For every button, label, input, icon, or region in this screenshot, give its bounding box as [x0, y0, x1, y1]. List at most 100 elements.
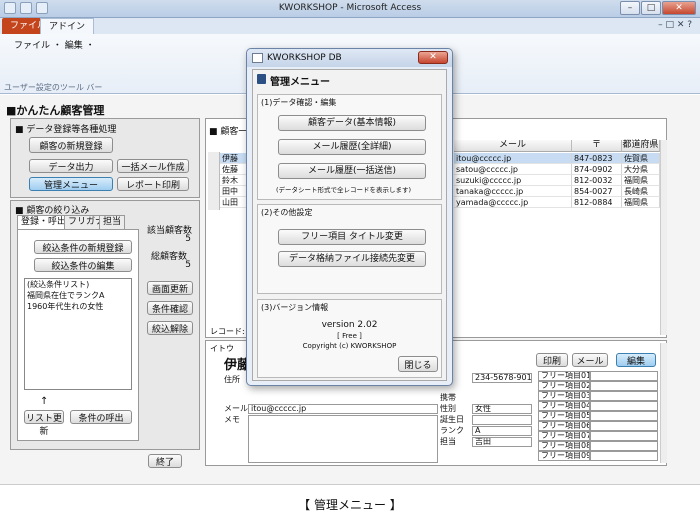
table-cell-email[interactable]: itou@ccccc.jp [454, 153, 572, 164]
free-item-title-button[interactable]: フリー項目 タイトル変更 [278, 229, 426, 245]
recall-filter-button[interactable]: 条件の呼出 [70, 410, 132, 424]
tab-addin[interactable]: アドイン [40, 18, 95, 34]
data-file-connection-button[interactable]: データ格納ファイル接続先変更 [278, 251, 426, 267]
free-item-field[interactable] [590, 371, 658, 381]
ribbon-group-label: ユーザー設定のツール バー [4, 83, 103, 92]
print-button[interactable]: 印刷 [536, 353, 568, 367]
table-cell-pref[interactable]: 佐賀県 [622, 153, 660, 164]
ribbon-tabs: ファイル アドイン – □ ✕ ? [0, 18, 700, 34]
mail-history-detail-button[interactable]: メール履歴(全詳細) [278, 139, 426, 155]
table-cell-zip[interactable]: 812-0884 [572, 197, 622, 208]
free-item-field[interactable] [590, 431, 658, 441]
new-customer-button[interactable]: 顧客の新規登録 [29, 137, 113, 153]
table-cell-pref[interactable]: 福岡県 [622, 175, 660, 186]
copyright-text: Copyright (c) KWORKSHOP [302, 342, 397, 350]
ribbon-menu[interactable]: ファイル ・ 編集 ・ [14, 38, 95, 51]
list-item[interactable]: 福岡県在住でランクA [25, 290, 131, 301]
free-item-label: フリー項目09 [538, 451, 590, 461]
close-icon[interactable]: ✕ [418, 51, 448, 64]
free-item-label: フリー項目08 [538, 441, 590, 451]
edit-button[interactable]: 編集 [616, 353, 656, 367]
birthday-label: 誕生日 [440, 415, 464, 424]
filter-tab-control: 登録・呼出 フリガナ 担当 絞込条件の新規登録 絞込条件の編集 (絞込条件リスト… [17, 215, 139, 441]
table-cell-zip[interactable]: 854-0027 [572, 186, 622, 197]
free-item-field[interactable] [590, 421, 658, 431]
memo-field[interactable] [248, 415, 438, 463]
email-label: メール [224, 404, 248, 413]
table-cell-email[interactable]: yamada@ccccc.jp [454, 197, 572, 208]
edit-filter-button[interactable]: 絞込条件の編集 [34, 258, 132, 272]
license-text: [ Free ] [337, 332, 362, 340]
customer-data-button[interactable]: 顧客データ(基本情報) [278, 115, 426, 131]
table-cell-pref[interactable]: 福岡県 [622, 197, 660, 208]
column-header-email[interactable]: メール [454, 140, 572, 152]
admin-menu-dialog: KWORKSHOP DB ✕ 管理メニュー (1)データ確認・編集 顧客データ(… [246, 48, 453, 386]
table-cell-pref[interactable]: 長崎県 [622, 186, 660, 197]
free-item-field[interactable] [590, 451, 658, 461]
free-item-field[interactable] [590, 391, 658, 401]
section-data-edit-title: (1)データ確認・編集 [261, 98, 337, 107]
menu-icon [257, 74, 266, 84]
free-item-field[interactable] [590, 411, 658, 421]
screen-refresh-button[interactable]: 画面更新 [147, 281, 193, 295]
table-cell-zip[interactable]: 812-0032 [572, 175, 622, 186]
dialog-title-bar: KWORKSHOP DB ✕ [247, 49, 452, 67]
mail-button[interactable]: メール [572, 353, 608, 367]
free-item-label: フリー項目02 [538, 381, 590, 391]
table-cell-email[interactable]: satou@ccccc.jp [454, 164, 572, 175]
detail-scrollbar[interactable] [660, 343, 667, 463]
title-bar: KWORKSHOP - Microsoft Access – □ ✕ [0, 0, 700, 18]
section-version-title: (3)バージョン情報 [261, 303, 329, 312]
tab-register-recall[interactable]: 登録・呼出 [17, 215, 71, 229]
birthday-field[interactable] [472, 415, 532, 425]
table-cell-zip[interactable]: 847-0823 [572, 153, 622, 164]
close-icon[interactable]: ✕ [662, 1, 696, 15]
free-item-label: フリー項目06 [538, 421, 590, 431]
register-panel: ■ データ登録等各種処理 顧客の新規登録 データ出力 一括メール作成 管理メニュ… [10, 118, 200, 198]
ribbon-window-controls-icon[interactable]: – □ ✕ ? [658, 20, 692, 30]
tab-staff[interactable]: 担当 [99, 215, 126, 229]
grid-title: ■ 顧客一 [209, 127, 248, 137]
table-cell-zip[interactable]: 874-0902 [572, 164, 622, 175]
mobile-label: 携帯 [440, 393, 456, 402]
admin-menu-button[interactable]: 管理メニュー [29, 177, 113, 191]
mail-history-bulk-button[interactable]: メール履歴(一括送信) [278, 163, 426, 179]
report-print-button[interactable]: レポート印刷 [117, 177, 189, 191]
gender-label: 性別 [440, 404, 456, 413]
window-title: KWORKSHOP - Microsoft Access [278, 3, 422, 13]
end-button[interactable]: 終了 [148, 454, 182, 468]
bulk-mail-button[interactable]: 一括メール作成 [117, 159, 189, 173]
list-item[interactable]: 1960年代生れの女性 [25, 301, 131, 312]
filter-list[interactable]: (絞込条件リスト) 福岡県在住でランクA 1960年代生れの女性 [24, 278, 132, 390]
clear-filter-button[interactable]: 絞込解除 [147, 321, 193, 335]
table-cell-email[interactable]: tanaka@ccccc.jp [454, 186, 572, 197]
staff-label: 担当 [440, 437, 456, 446]
free-item-field[interactable] [590, 381, 658, 391]
rank-field[interactable]: A [472, 426, 532, 436]
data-export-button[interactable]: データ出力 [29, 159, 113, 173]
dialog-body: 管理メニュー (1)データ確認・編集 顧客データ(基本情報) メール履歴(全詳細… [252, 69, 447, 381]
close-button[interactable]: 閉じる [398, 356, 438, 372]
memo-label: メモ [224, 415, 240, 424]
free-item-field[interactable] [590, 441, 658, 451]
new-filter-button[interactable]: 絞込条件の新規登録 [34, 240, 132, 254]
dialog-title: KWORKSHOP DB [267, 53, 342, 63]
maximize-icon[interactable]: □ [641, 1, 661, 15]
email-field[interactable]: itou@ccccc.jp [248, 404, 438, 414]
column-header-prefecture[interactable]: 都道府県 [622, 140, 660, 152]
section-version: (3)バージョン情報 version 2.02 [ Free ] Copyrig… [257, 299, 442, 378]
form-title: ■かんたん顧客管理 [6, 104, 105, 117]
filter-panel: ■ 顧客の絞り込み 登録・呼出 フリガナ 担当 絞込条件の新規登録 絞込条件の編… [10, 200, 200, 450]
condition-check-button[interactable]: 条件確認 [147, 301, 193, 315]
column-header-zip[interactable]: 〒 [572, 140, 622, 152]
free-item-field[interactable] [590, 401, 658, 411]
record-selector[interactable] [208, 152, 220, 210]
gender-field[interactable]: 女性 [472, 404, 532, 414]
phone-field[interactable]: 234-5678-9012 [472, 373, 532, 383]
table-cell-pref[interactable]: 大分県 [622, 164, 660, 175]
minimize-icon[interactable]: – [620, 1, 640, 15]
grid-scrollbar[interactable] [660, 140, 667, 335]
staff-field[interactable]: 吉田 [472, 437, 532, 447]
table-cell-email[interactable]: suzuki@ccccc.jp [454, 175, 572, 186]
refresh-list-button[interactable]: リスト更新 [24, 410, 64, 437]
